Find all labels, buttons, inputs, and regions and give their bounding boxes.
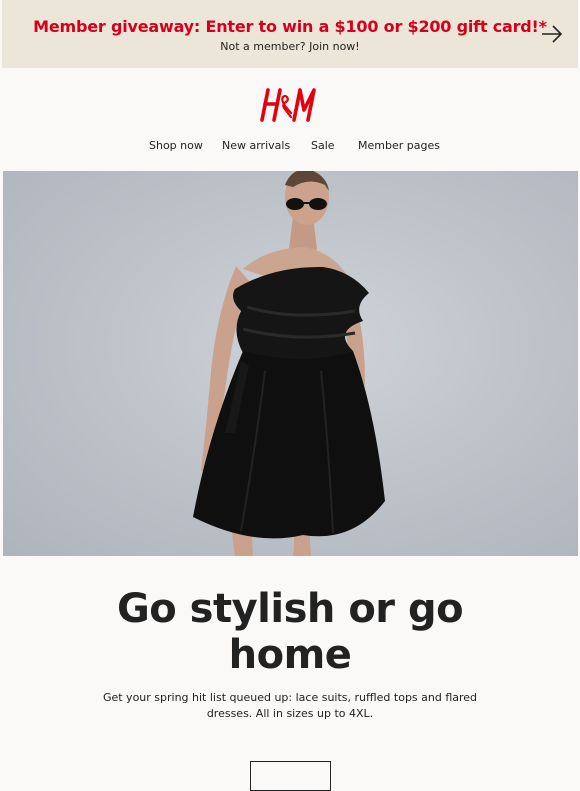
email-page: Member giveaway: Enter to win a $100 or … <box>0 0 580 791</box>
nav-item-sale[interactable]: Sale <box>311 139 335 152</box>
model-photo <box>193 171 385 556</box>
promo-banner[interactable]: Member giveaway: Enter to win a $100 or … <box>2 0 578 68</box>
nav-bar: Shop now New arrivals Sale Member pages <box>0 139 580 155</box>
promo-title[interactable]: Member giveaway: Enter to win a $100 or … <box>2 17 578 36</box>
shop-button[interactable] <box>250 761 331 791</box>
promo-subtitle[interactable]: Not a member? Join now! <box>2 40 578 53</box>
arrow-right-icon[interactable] <box>540 24 564 44</box>
hero-image[interactable] <box>3 171 578 556</box>
page-title: Go stylish or go home <box>116 586 464 678</box>
nav-item-member-pages[interactable]: Member pages <box>358 139 440 152</box>
nav-item-new-arrivals[interactable]: New arrivals <box>222 139 290 152</box>
hm-logo[interactable] <box>258 84 322 126</box>
nav-item-shop-now[interactable]: Shop now <box>149 139 203 152</box>
body-text: Get your spring hit list queued up: lace… <box>102 691 478 720</box>
